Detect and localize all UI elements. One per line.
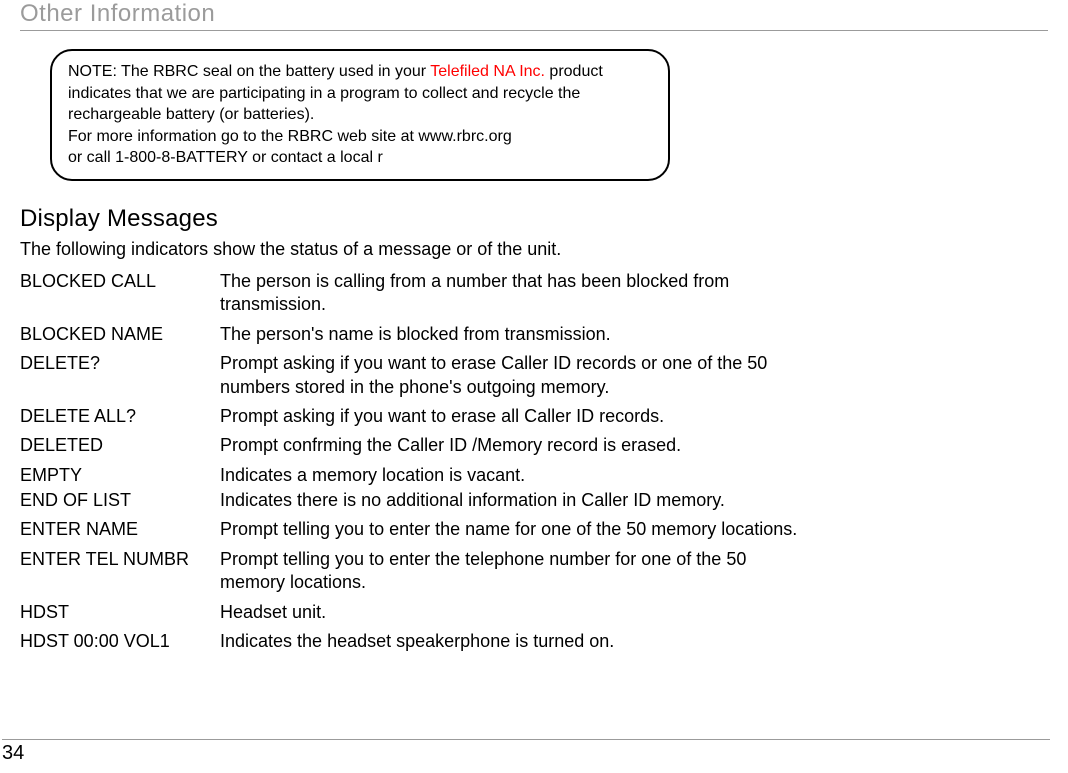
msg-term: EMPTY: [20, 464, 220, 487]
section-header: Other Information: [20, 0, 1048, 31]
msg-desc: Prompt telling you to enter the name for…: [220, 518, 797, 541]
msg-desc: Indicates a memory location is vacant.: [220, 464, 525, 487]
msg-term: ENTER TEL NUMBR: [20, 548, 220, 595]
messages-table: BLOCKED CALL The person is calling from …: [20, 270, 1048, 653]
note-highlight: Telefiled NA Inc.: [430, 63, 545, 80]
msg-desc: Prompt confrming the Caller ID /Memory r…: [220, 434, 681, 457]
msg-term: BLOCKED NAME: [20, 323, 220, 346]
note-text-1c: product: [545, 63, 603, 80]
table-row: ENTER TEL NUMBR Prompt telling you to en…: [20, 548, 1048, 595]
note-text-1a: NOTE: The RBRC seal on the battery used …: [68, 63, 430, 80]
note-line-1: NOTE: The RBRC seal on the battery used …: [68, 61, 652, 83]
msg-desc: Prompt telling you to enter the telephon…: [220, 548, 800, 595]
table-row: END OF LIST Indicates there is no additi…: [20, 489, 1048, 512]
table-row: EMPTY Indicates a memory location is vac…: [20, 464, 1048, 487]
msg-term: BLOCKED CALL: [20, 270, 220, 317]
msg-desc: Prompt asking if you want to erase Calle…: [220, 352, 800, 399]
table-row: DELETE? Prompt asking if you want to era…: [20, 352, 1048, 399]
msg-term: END OF LIST: [20, 489, 220, 512]
subheading-display-messages: Display Messages: [20, 205, 1048, 233]
msg-term: HDST: [20, 601, 220, 624]
note-line-3: rechargeable battery (or batteries).: [68, 104, 652, 126]
table-row: HDST Headset unit.: [20, 601, 1048, 624]
msg-desc: Prompt asking if you want to erase all C…: [220, 405, 664, 428]
note-box: NOTE: The RBRC seal on the battery used …: [50, 49, 670, 181]
table-row: DELETE ALL? Prompt asking if you want to…: [20, 405, 1048, 428]
msg-term: HDST 00:00 VOL1: [20, 630, 220, 653]
table-row: HDST 00:00 VOL1 Indicates the headset sp…: [20, 630, 1048, 653]
msg-desc: Indicates there is no additional informa…: [220, 489, 725, 512]
note-line-4: For more information go to the RBRC web …: [68, 126, 652, 148]
page-number: 34: [2, 739, 1050, 765]
table-row: BLOCKED CALL The person is calling from …: [20, 270, 1048, 317]
intro-text: The following indicators show the status…: [20, 239, 1048, 260]
table-row: DELETED Prompt confrming the Caller ID /…: [20, 434, 1048, 457]
table-row: BLOCKED NAME The person's name is blocke…: [20, 323, 1048, 346]
msg-term: DELETE ALL?: [20, 405, 220, 428]
msg-desc: The person is calling from a number that…: [220, 270, 800, 317]
msg-desc: The person's name is blocked from transm…: [220, 323, 611, 346]
msg-term: ENTER NAME: [20, 518, 220, 541]
msg-desc: Indicates the headset speakerphone is tu…: [220, 630, 614, 653]
note-line-5: or call 1-800-8-BATTERY or contact a loc…: [68, 147, 652, 169]
msg-desc: Headset unit.: [220, 601, 326, 624]
table-row: ENTER NAME Prompt telling you to enter t…: [20, 518, 1048, 541]
msg-term: DELETE?: [20, 352, 220, 399]
note-line-2: indicates that we are participating in a…: [68, 83, 652, 105]
msg-term: DELETED: [20, 434, 220, 457]
